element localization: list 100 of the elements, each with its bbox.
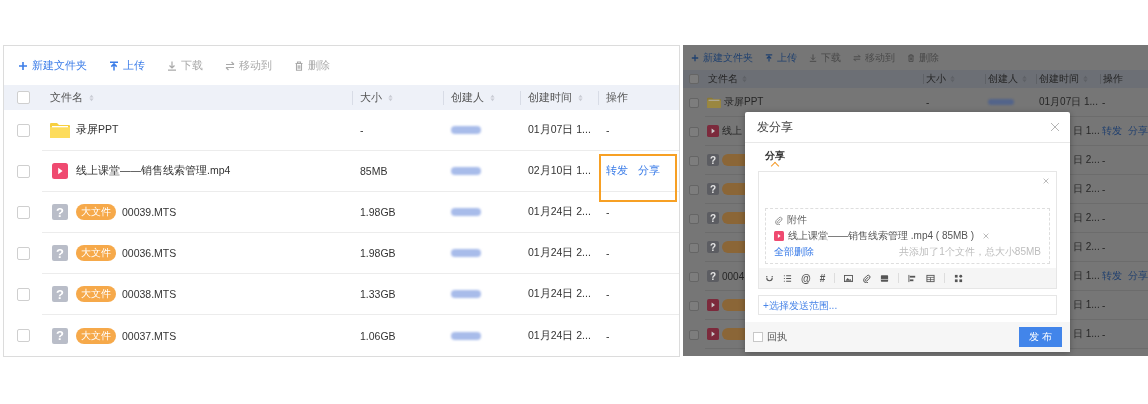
video-file-icon (774, 231, 784, 241)
apps-icon[interactable] (954, 273, 964, 283)
checkbox[interactable] (689, 184, 699, 195)
action-link[interactable]: 转发 (1102, 124, 1122, 138)
created-time: 01月24日 2... (528, 205, 591, 219)
file-size: 1.06GB (360, 329, 396, 342)
paperclip-icon[interactable] (862, 273, 872, 283)
publish-button[interactable]: 发 布 (1019, 327, 1062, 347)
unknown-file-icon: ? (707, 241, 719, 253)
file-size: 1.98GB (360, 247, 396, 259)
swap-icon (225, 60, 235, 71)
image-icon[interactable] (844, 273, 854, 283)
checkbox[interactable] (689, 74, 699, 84)
unknown-file-icon: ? (707, 212, 719, 224)
close-icon[interactable] (1042, 177, 1050, 185)
created-time: 02月10日 1... (528, 164, 591, 178)
redacted-name (451, 126, 481, 134)
column-header: 操作 (1103, 72, 1123, 86)
toolbar-button[interactable]: 新建文件夹 (691, 50, 753, 65)
created-time: 日 1... (1073, 269, 1100, 283)
unknown-file-icon: ? (52, 245, 68, 261)
empty-value: - (1102, 212, 1106, 224)
file-name[interactable]: 00037.MTS (122, 329, 177, 342)
checkbox[interactable] (689, 155, 699, 166)
swap-icon (853, 53, 861, 62)
checkbox[interactable] (689, 300, 699, 311)
video-file-icon (707, 125, 719, 137)
checkbox[interactable] (689, 242, 699, 253)
unknown-file-icon: ? (707, 270, 719, 282)
checkbox[interactable] (689, 271, 699, 282)
list-icon[interactable] (783, 273, 792, 283)
file-name[interactable]: 录屏PPT (724, 95, 764, 109)
align-left-icon[interactable] (908, 273, 918, 283)
redacted-name (451, 208, 481, 216)
toolbar-button[interactable]: 上传 (765, 50, 797, 65)
remove-icon[interactable] (982, 232, 991, 240)
action-link[interactable]: 分享 (1128, 124, 1148, 138)
empty-value: - (1102, 299, 1106, 311)
empty-value: - (1102, 154, 1106, 166)
redacted-name (451, 331, 481, 340)
sort-icon[interactable] (578, 93, 583, 102)
column-header: 创建时间 (1039, 72, 1079, 86)
toolbar-button[interactable]: 上传 (109, 58, 145, 73)
column-header: 创建时间 (528, 90, 572, 105)
recipient-field[interactable]: +选择发送范围... (758, 295, 1057, 315)
created-time: 日 2... (1073, 211, 1100, 225)
card-icon[interactable] (880, 273, 890, 283)
action-link[interactable]: 转发 (1102, 269, 1122, 283)
file-name[interactable]: 0004 (722, 270, 745, 282)
download-icon (809, 53, 817, 62)
created-time: 01月24日 2... (528, 246, 591, 260)
sort-icon[interactable] (490, 93, 495, 102)
video-file-icon (707, 328, 719, 340)
format-button[interactable]: # (819, 272, 826, 284)
folder-icon (50, 122, 70, 138)
created-time: 日 2... (1073, 182, 1100, 196)
file-name[interactable]: 00036.MTS (122, 247, 177, 259)
created-time: 01月24日 2... (528, 287, 591, 301)
checkbox[interactable] (753, 332, 763, 342)
dialog-title: 发分享 (757, 118, 793, 136)
checkbox[interactable] (689, 329, 699, 340)
checkbox[interactable] (689, 97, 699, 108)
action-link[interactable]: 分享 (638, 164, 660, 178)
unknown-file-icon: ? (52, 286, 68, 302)
column-header: 创建人 (451, 90, 484, 105)
smiley-icon[interactable] (765, 273, 774, 283)
file-name[interactable]: 线上课堂——销售线索管理.mp4 (76, 164, 231, 178)
empty-value: - (1102, 328, 1106, 340)
receipt-label[interactable]: 回执 (767, 330, 787, 344)
created-time: 01月07日 1... (528, 123, 591, 137)
file-tag: 大文件 (76, 245, 116, 261)
sort-icon[interactable] (388, 93, 393, 102)
checkbox[interactable] (689, 126, 699, 137)
column-header: 文件名 (50, 90, 83, 105)
action-link[interactable]: 转发 (606, 164, 628, 178)
created-time: 日 2... (1073, 240, 1100, 254)
close-icon[interactable] (1050, 122, 1060, 132)
sort-icon[interactable] (89, 93, 94, 102)
redacted-name (451, 167, 481, 175)
file-size: 1.98GB (360, 206, 396, 218)
empty-value: - (1102, 96, 1106, 108)
action-link[interactable]: 分享 (1128, 269, 1148, 283)
created-time: 日 1... (1073, 327, 1100, 341)
created-time: 01月07日 1... (1039, 95, 1098, 109)
table-icon[interactable] (926, 273, 936, 283)
plus-icon (691, 53, 699, 62)
remove-all-link[interactable]: 全部删除 (774, 245, 814, 259)
empty-value: - (606, 247, 610, 259)
file-name[interactable]: 00038.MTS (122, 288, 177, 300)
empty-value: - (606, 206, 610, 218)
attached-file-name: 线上课堂——销售线索管理 .mp4 ( 85MB ) (788, 229, 975, 243)
format-button[interactable]: @ (801, 272, 811, 284)
file-name[interactable]: 00039.MTS (122, 206, 177, 218)
created-time: 日 1... (1073, 298, 1100, 312)
file-name[interactable]: 录屏PPT (76, 123, 119, 137)
upload-icon (109, 60, 119, 71)
upload-icon (765, 53, 773, 62)
file-size: 85MB (360, 165, 388, 177)
checkbox[interactable] (689, 213, 699, 224)
toolbar-button[interactable]: 新建文件夹 (18, 58, 87, 73)
